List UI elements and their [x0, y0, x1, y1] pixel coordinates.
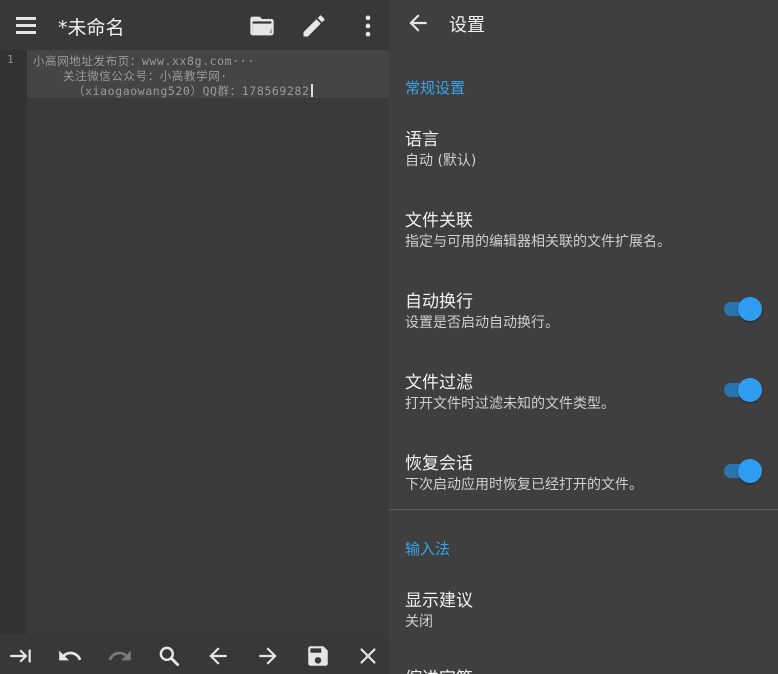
pref-title: 语言: [405, 130, 439, 150]
line-number: 1: [7, 53, 14, 66]
save-icon[interactable]: [305, 643, 331, 669]
settings-header: 设置: [389, 0, 778, 48]
pref-summary: 关闭: [405, 614, 433, 630]
code-line: 小高网地址发布页：www.xx8g.com···: [33, 54, 255, 68]
more-vert-icon[interactable]: [354, 12, 382, 40]
code-line-text: （xiaogaowang520）QQ群：178569282: [73, 84, 310, 98]
editor-pane: *未命名 1 小高网地址发布页：www.xx8g.com··· 关注微信公众号：…: [0, 0, 389, 674]
pref-title: 恢复会话: [405, 454, 473, 474]
section-title-general: 常规设置: [405, 79, 466, 97]
pref-indent-char[interactable]: 缩进字符: [389, 664, 778, 674]
editor-toolbar: *未命名: [0, 0, 389, 50]
menu-icon[interactable]: [14, 14, 38, 36]
pref-restore-session[interactable]: 恢复会话 下次启动应用时恢复已经打开的文件。: [389, 449, 778, 499]
text-caret: [310, 84, 313, 97]
pref-file-filter[interactable]: 文件过滤 打开文件时过滤未知的文件类型。: [389, 368, 778, 418]
pref-title: 显示建议: [405, 591, 473, 611]
restore-session-toggle[interactable]: [724, 457, 762, 483]
pref-file-association[interactable]: 文件关联 指定与可用的编辑器相关联的文件扩展名。: [389, 206, 778, 256]
pref-show-suggestions[interactable]: 显示建议 关闭: [389, 586, 778, 636]
close-icon[interactable]: [355, 643, 381, 669]
section-divider: [389, 509, 778, 510]
code-line: 关注微信公众号：小高教学网·: [63, 69, 228, 83]
pref-summary: 设置是否启动自动换行。: [405, 315, 559, 331]
pref-word-wrap[interactable]: 自动换行 设置是否启动自动换行。: [389, 287, 778, 337]
pencil-icon[interactable]: [300, 12, 328, 40]
code-line: （xiaogaowang520）QQ群：178569282: [73, 83, 313, 99]
pref-title: 缩进字符: [405, 664, 473, 674]
pref-summary: 自动 (默认): [405, 153, 477, 169]
file-filter-toggle[interactable]: [724, 376, 762, 402]
word-wrap-toggle[interactable]: [724, 295, 762, 321]
arrow-left-icon[interactable]: [205, 643, 231, 669]
folder-open-icon[interactable]: [248, 12, 276, 40]
arrow-right-icon[interactable]: [255, 643, 281, 669]
document-title: *未命名: [58, 17, 125, 39]
settings-pane: 设置 常规设置 语言 自动 (默认) 文件关联 指定与可用的编辑器相关联的文件扩…: [389, 0, 778, 674]
pref-title: 文件过滤: [405, 373, 473, 393]
tab-indent-icon[interactable]: [8, 643, 34, 669]
page-title: 设置: [449, 15, 485, 36]
pref-summary: 下次启动应用时恢复已经打开的文件。: [405, 477, 643, 493]
pref-summary: 指定与可用的编辑器相关联的文件扩展名。: [405, 234, 671, 250]
undo-icon[interactable]: [57, 643, 83, 669]
pref-title: 文件关联: [405, 211, 473, 231]
pref-title: 自动换行: [405, 292, 473, 312]
line-number-gutter: 1: [0, 50, 27, 634]
redo-icon[interactable]: [107, 643, 133, 669]
search-icon[interactable]: [156, 643, 182, 669]
section-title-input-method: 输入法: [405, 540, 451, 558]
editor-bottom-toolbar: [0, 634, 389, 674]
back-arrow-icon[interactable]: [405, 10, 431, 36]
pref-summary: 打开文件时过滤未知的文件类型。: [405, 396, 615, 412]
code-area[interactable]: 小高网地址发布页：www.xx8g.com··· 关注微信公众号：小高教学网· …: [27, 50, 389, 634]
pref-language[interactable]: 语言 自动 (默认): [389, 125, 778, 175]
